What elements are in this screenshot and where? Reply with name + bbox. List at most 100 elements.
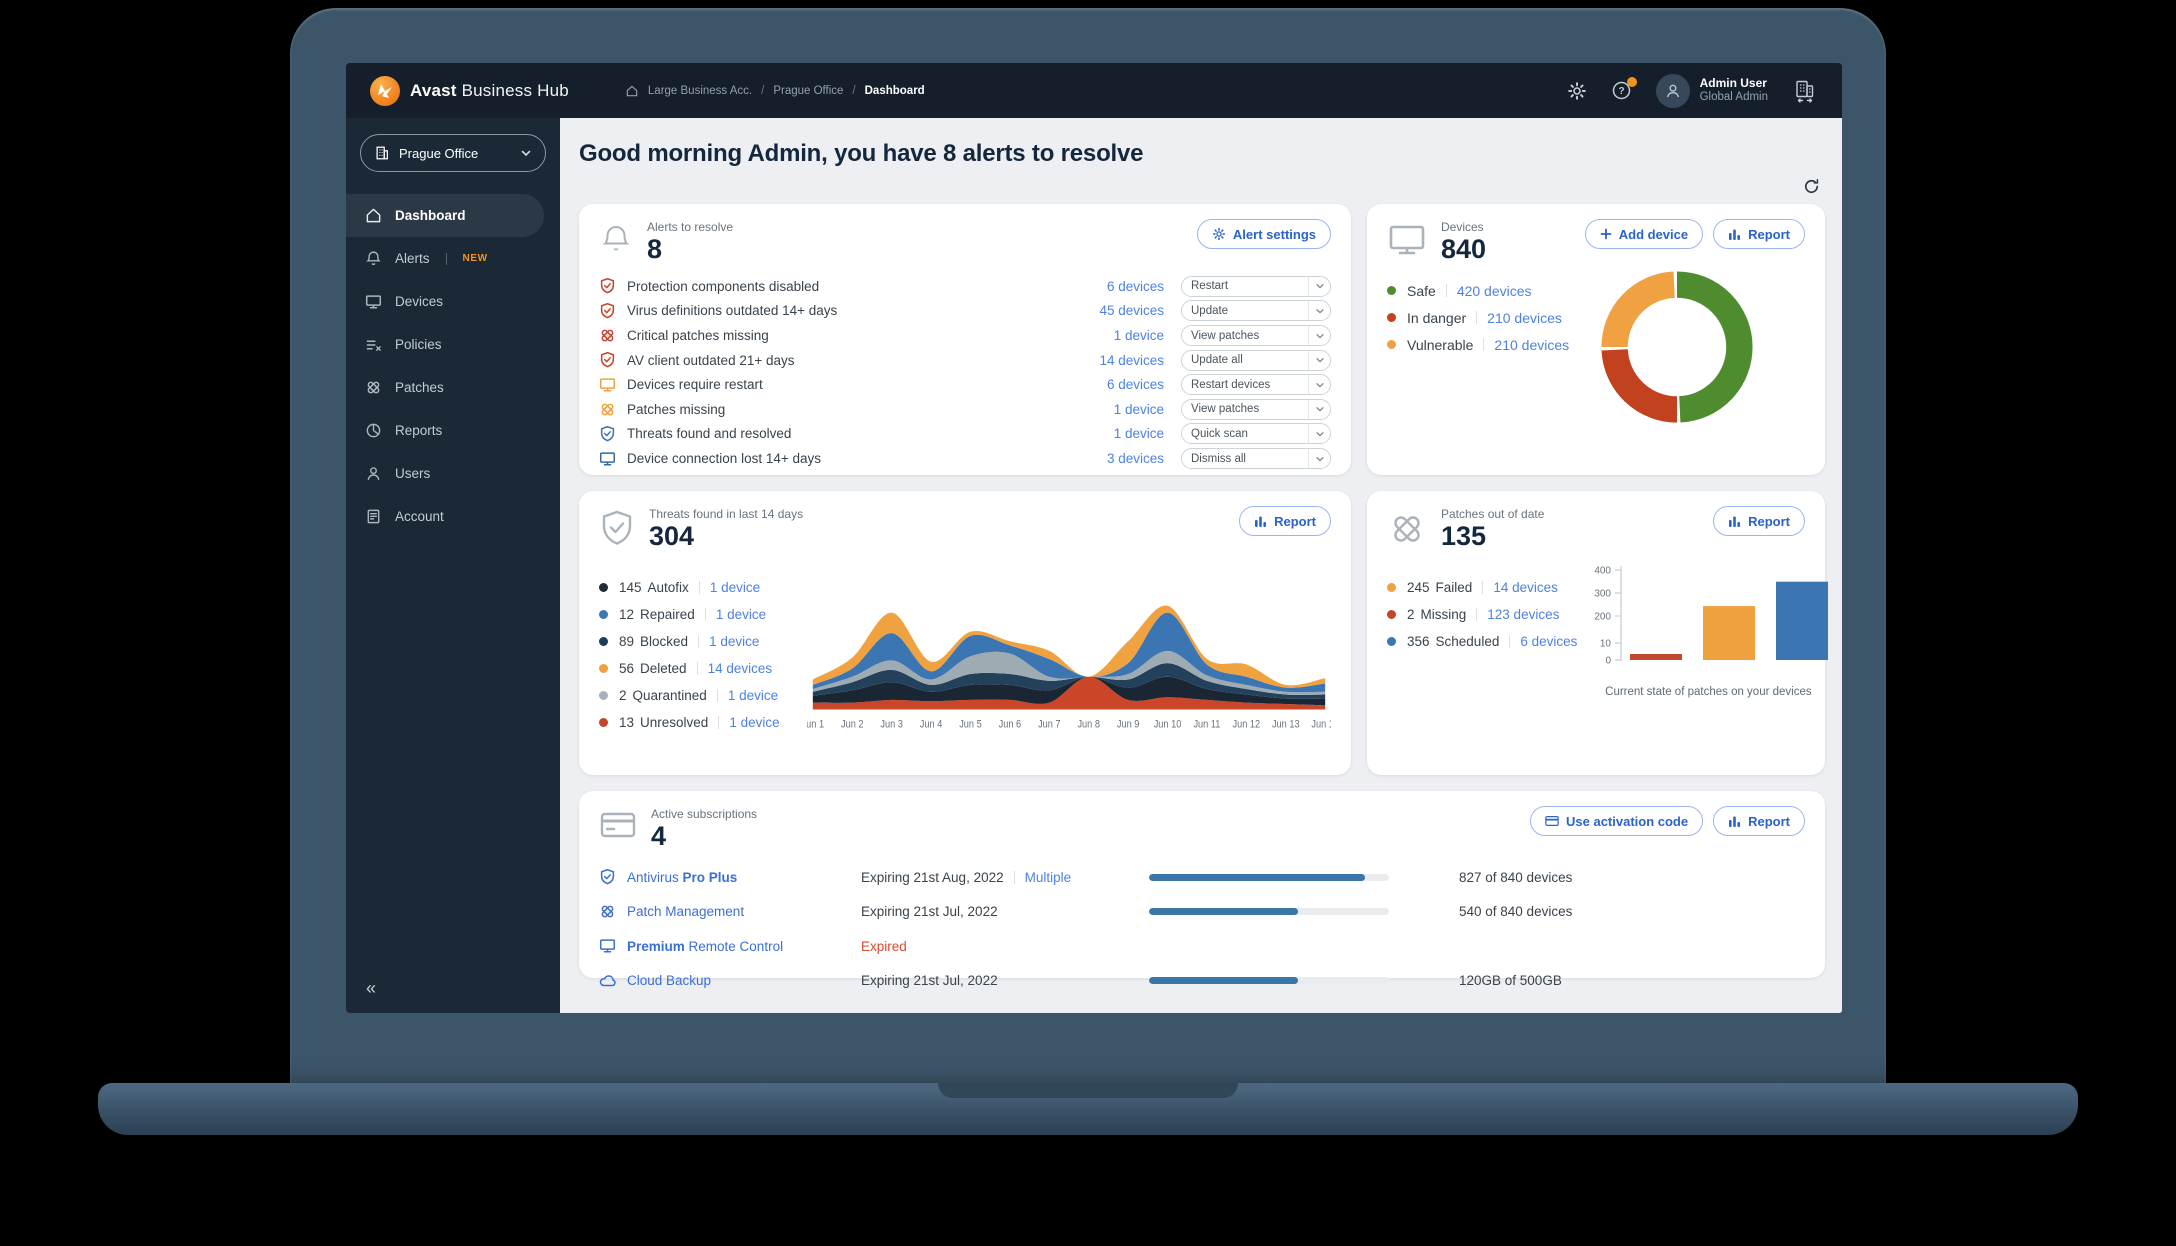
alerts-card: Alerts to resolve 8 Alert settings Prote… [579, 204, 1351, 475]
legend-devices-link[interactable]: 420 devices [1457, 283, 1532, 299]
laptop-screen: Avast Business Hub Large Business Acc. / P… [346, 63, 1842, 1013]
alert-devices-link[interactable]: 1 device [1114, 402, 1164, 417]
legend-devices-link[interactable]: 6 devices [1520, 634, 1577, 649]
alerts-card-label: Alerts to resolve [647, 220, 734, 234]
alert-devices-link[interactable]: 14 devices [1099, 353, 1164, 368]
legend-devices-link[interactable]: 14 devices [708, 661, 773, 676]
legend-devices-link[interactable]: 210 devices [1487, 310, 1562, 326]
devices-report-button[interactable]: Report [1713, 219, 1805, 249]
settings-gear-icon[interactable] [1567, 81, 1587, 101]
progress-track [1149, 977, 1389, 985]
alert-devices-link[interactable]: 45 devices [1099, 303, 1164, 318]
devices-report-label: Report [1748, 226, 1790, 242]
svg-text:400: 400 [1595, 566, 1612, 577]
legend-devices-link[interactable]: 1 device [709, 634, 759, 649]
legend-count: 2 [619, 688, 627, 704]
legend-devices-link[interactable]: 210 devices [1494, 337, 1569, 353]
alert-action-dropdown[interactable]: View patches [1181, 325, 1331, 347]
legend-label: Scheduled [1435, 634, 1500, 650]
subscription-progress [1149, 977, 1389, 985]
svg-text:Jun 3: Jun 3 [880, 719, 903, 731]
subscriptions-report-button[interactable]: Report [1713, 806, 1805, 836]
refresh-icon[interactable] [1802, 177, 1821, 196]
subscription-row: Antivirus Pro Plus Expiring 21st Aug, 202… [599, 860, 1805, 895]
sidebar-item-account[interactable]: Account [346, 495, 544, 538]
threats-report-label: Report [1274, 513, 1316, 529]
alert-devices-link[interactable]: 3 devices [1107, 451, 1164, 466]
subscription-name[interactable]: Premium Remote Control [599, 938, 861, 954]
alert-action-dropdown[interactable]: Restart [1181, 275, 1331, 297]
chevron-down-icon [520, 147, 532, 159]
user-role: Global Admin [1699, 91, 1768, 104]
breadcrumb-item[interactable]: Large Business Acc. [648, 85, 752, 97]
legend-devices-link[interactable]: 1 device [716, 607, 766, 622]
devices-count: 840 [1441, 234, 1487, 264]
alert-action-dropdown[interactable]: Dismiss all [1181, 448, 1331, 469]
building-icon [374, 145, 390, 161]
credit-card-icon [1545, 815, 1559, 827]
threats-card: Threats found in last 14 days 304 Report [579, 491, 1351, 775]
sidebar-item-alerts[interactable]: Alerts NEW [346, 237, 544, 280]
patch-icon [599, 903, 616, 920]
help-icon[interactable]: ? [1611, 77, 1637, 101]
subscriptions-count: 4 [651, 821, 667, 851]
legend-devices-link[interactable]: 1 device [710, 580, 760, 595]
org-selector[interactable]: Prague Office [360, 134, 546, 172]
sidebar-item-dashboard[interactable]: Dashboard [346, 194, 544, 237]
alert-devices-link[interactable]: 1 device [1114, 328, 1164, 343]
legend-devices-link[interactable]: 1 device [729, 715, 779, 730]
sidebar-collapse-button[interactable]: « [366, 978, 376, 999]
threats-legend-row: 89 Blocked 1 device [599, 628, 807, 655]
alert-devices-link[interactable]: 6 devices [1107, 279, 1164, 294]
bell-icon [599, 222, 633, 260]
expiry-text: Expiring 21st Aug, 2022 [861, 869, 1004, 885]
alert-action-dropdown[interactable]: Quick scan [1181, 423, 1331, 445]
subscription-row: Patch Management Expiring 21st Jul, 2022 5… [599, 895, 1805, 930]
sidebar-item-devices[interactable]: Devices [346, 280, 544, 323]
alert-action-dropdown[interactable]: Update [1181, 300, 1331, 322]
breadcrumb-item[interactable]: Dashboard [865, 85, 925, 97]
legend-dot [599, 583, 608, 593]
svg-text:Jun 4: Jun 4 [920, 719, 943, 731]
alert-action-dropdown[interactable]: Restart devices [1181, 374, 1331, 396]
breadcrumb-item[interactable]: Prague Office [773, 85, 843, 97]
legend-count: 56 [619, 661, 635, 677]
patches-report-button[interactable]: Report [1713, 506, 1805, 536]
legend-label: Failed [1435, 580, 1473, 596]
multiple-link[interactable]: Multiple [1025, 870, 1072, 885]
threats-legend-row: 145 Autofix 1 device [599, 574, 807, 601]
alert-devices-link[interactable]: 6 devices [1107, 377, 1164, 392]
sidebar-item-policies[interactable]: Policies [346, 323, 544, 366]
legend-label: Missing [1420, 607, 1467, 623]
sidebar-item-label: Account [395, 509, 444, 524]
shield-check-icon [599, 509, 635, 549]
user-menu[interactable]: Admin User Global Admin [1655, 73, 1768, 108]
alert-settings-button[interactable]: Alert settings [1196, 219, 1331, 249]
legend-devices-link[interactable]: 123 devices [1487, 607, 1559, 622]
legend-dot [599, 664, 608, 674]
legend-count: 2 [1407, 607, 1415, 623]
sidebar-item-patches[interactable]: Patches [346, 366, 544, 409]
add-device-button[interactable]: Add device [1584, 219, 1704, 249]
alert-devices-link[interactable]: 1 device [1114, 426, 1164, 441]
sidebar-item-reports[interactable]: Reports [346, 409, 544, 452]
subscription-name[interactable]: Cloud Backup [599, 973, 861, 988]
sidebar-item-users[interactable]: Users [346, 452, 544, 495]
brand-rest: Business Hub [461, 80, 569, 100]
brand-logo: Avast Business Hub [370, 75, 569, 106]
legend-dot [599, 691, 608, 701]
threats-report-button[interactable]: Report [1239, 506, 1331, 536]
sidebar-item-label: Devices [395, 294, 444, 309]
alert-action-dropdown[interactable]: View patches [1181, 398, 1331, 420]
patch-icon [365, 379, 382, 396]
alert-action-dropdown[interactable]: Update all [1181, 349, 1331, 371]
threats-legend-row: 13 Unresolved 1 device [599, 709, 807, 736]
legend-devices-link[interactable]: 1 device [728, 688, 778, 703]
subscription-name[interactable]: Patch Management [599, 903, 861, 920]
legend-devices-link[interactable]: 14 devices [1493, 580, 1558, 595]
company-switcher-icon[interactable] [1792, 78, 1818, 104]
svg-text:Jun 6: Jun 6 [999, 719, 1022, 731]
use-activation-code-button[interactable]: Use activation code [1530, 806, 1704, 836]
chevron-down-icon [1308, 350, 1330, 370]
subscription-name[interactable]: Antivirus Pro Plus [599, 868, 861, 886]
